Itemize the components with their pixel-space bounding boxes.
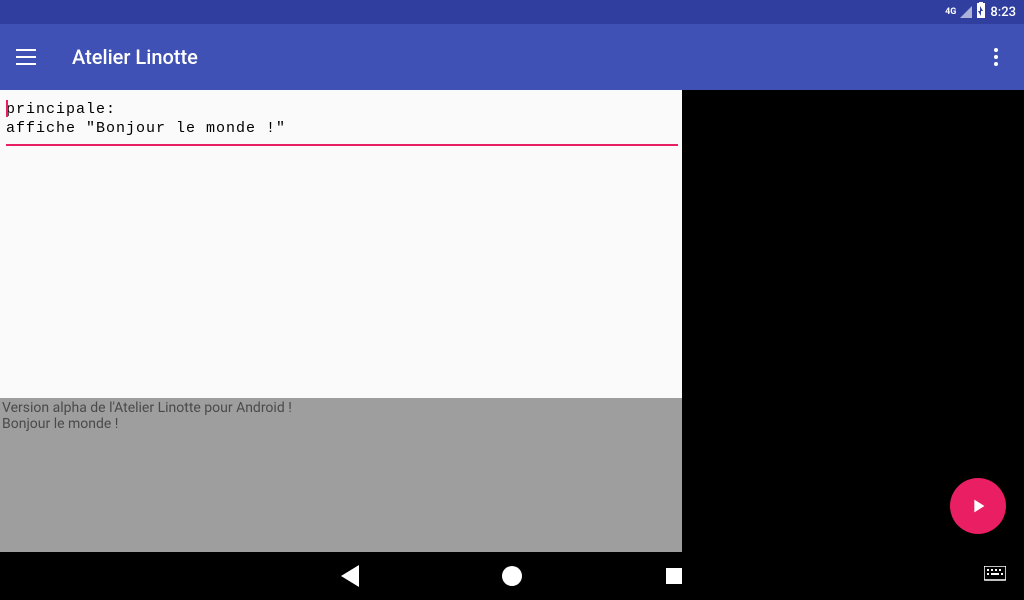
code-line-1: principale: (6, 100, 676, 119)
play-icon (967, 495, 989, 517)
code-editor[interactable]: principale: affiche "Bonjour le monde !" (0, 90, 682, 398)
editor-underline (6, 144, 678, 146)
console-output: Version alpha de l'Atelier Linotte pour … (0, 398, 682, 552)
status-time: 8:23 (990, 5, 1016, 20)
back-button[interactable] (339, 565, 361, 587)
keyboard-icon (984, 566, 1006, 582)
content-row: principale: affiche "Bonjour le monde !"… (0, 90, 1024, 552)
android-nav-bar (0, 552, 1024, 600)
status-bar: 4G 8:23 (0, 0, 1024, 24)
left-pane: principale: affiche "Bonjour le monde !"… (0, 90, 682, 552)
signal-icon (960, 6, 972, 18)
console-line: Version alpha de l'Atelier Linotte pour … (2, 400, 680, 416)
text-cursor (6, 100, 8, 117)
preview-pane (682, 90, 1024, 552)
network-4g-label: 4G (945, 8, 956, 17)
app-title: Atelier Linotte (72, 45, 984, 69)
menu-icon[interactable] (16, 45, 40, 69)
recent-icon (666, 568, 682, 584)
home-button[interactable] (501, 565, 523, 587)
console-line: Bonjour le monde ! (2, 416, 680, 432)
battery-charging-icon (976, 2, 986, 22)
app-bar: Atelier Linotte (0, 24, 1024, 90)
keyboard-button[interactable] (984, 566, 1006, 586)
back-icon (341, 565, 359, 587)
code-line-2: affiche "Bonjour le monde !" (6, 119, 676, 138)
home-icon (502, 566, 522, 586)
overflow-menu-icon[interactable] (984, 45, 1008, 69)
run-button[interactable] (950, 478, 1006, 534)
recent-apps-button[interactable] (663, 565, 685, 587)
